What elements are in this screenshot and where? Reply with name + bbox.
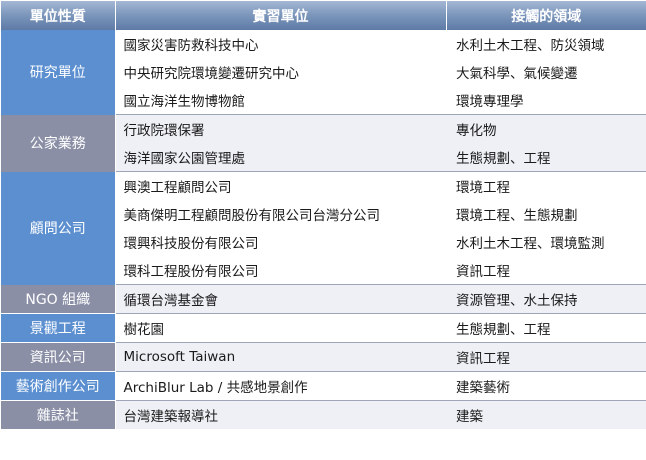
field-cell: 環境工程、生態規劃: [456, 208, 578, 224]
field-cell: 建築: [446, 400, 646, 429]
table-body: 研究單位 國家災害防救科技中心 水利土木工程、防災領域 中央研究院環境變遷研究中…: [1, 30, 646, 429]
header-row: 單位性質 實習單位 接觸的領域: [1, 1, 646, 30]
table-row: 雜誌社 台灣建築報導社 建築: [1, 400, 646, 429]
field-cell: 生態規劃、工程: [446, 313, 646, 343]
field-cell: 資訊工程: [446, 256, 646, 285]
unit-cell: 海洋國家公園管理處: [115, 143, 446, 172]
category-cell: 藝術創作公司: [1, 371, 116, 401]
unit-cell: Microsoft Taiwan: [115, 342, 446, 372]
unit-cell: 環興科技股份有限公司: [123, 236, 259, 252]
header-field: 接觸的領域: [446, 1, 646, 30]
unit-cell: ArchiBlur Lab / 共感地景創作: [115, 371, 446, 401]
header-internship-unit: 實習單位: [115, 1, 447, 30]
unit-cell: 樹花園: [115, 313, 446, 343]
category-cell: 研究單位: [1, 30, 116, 115]
table-row: NGO 組織 循環台灣基金會 資源管理、水土保持: [1, 284, 646, 314]
unit-cell: 興澳工程顧問公司: [123, 180, 232, 196]
unit-cell: 環科工程股份有限公司: [115, 256, 446, 285]
field-cell: 生態規劃、工程: [446, 143, 646, 172]
internship-table: 單位性質 實習單位 接觸的領域 研究單位 國家災害防救科技中心 水利土木工程、防…: [1, 1, 646, 429]
category-cell: 景觀工程: [1, 313, 116, 343]
category-cell: 雜誌社: [1, 400, 116, 429]
field-cell: 專化物: [446, 114, 646, 143]
category-cell: 顧問公司: [1, 171, 116, 285]
table-row: 藝術創作公司 ArchiBlur Lab / 共感地景創作 建築藝術: [1, 371, 646, 401]
table-row: 公家業務 行政院環保署 專化物: [1, 114, 646, 172]
field-cell: 資訊工程: [446, 342, 646, 372]
header-unit-type: 單位性質: [1, 1, 116, 30]
category-cell: 公家業務: [1, 114, 116, 172]
category-cell: 資訊公司: [1, 342, 116, 372]
table-row: 研究單位 國家災害防救科技中心 水利土木工程、防災領域: [1, 30, 646, 115]
unit-cell: 中央研究院環境變遷研究中心: [123, 66, 300, 82]
field-cell: 水利土木工程、環境監測: [456, 236, 605, 252]
table-row: 顧問公司 興澳工程顧問公司 環境工程: [1, 171, 646, 285]
field-cell: 環境專理學: [446, 86, 646, 115]
field-cell: 資源管理、水土保持: [446, 284, 646, 314]
table-row: 資訊公司 Microsoft Taiwan 資訊工程: [1, 342, 646, 372]
unit-cell: 行政院環保署: [115, 114, 446, 143]
field-cell: 環境工程: [456, 180, 510, 196]
unit-cell: 循環台灣基金會: [115, 284, 446, 314]
unit-cell: 美商傑明工程顧問股份有限公司台灣分公司: [123, 208, 381, 224]
unit-cell: 國立海洋生物博物館: [115, 86, 446, 115]
field-cell: 大氣科學、氣候變遷: [456, 66, 578, 82]
field-cell: 建築藝術: [446, 371, 646, 401]
unit-cell: 國家災害防救科技中心: [123, 38, 259, 54]
table-row: 景觀工程 樹花園 生態規劃、工程: [1, 313, 646, 343]
unit-cell: 台灣建築報導社: [115, 400, 446, 429]
field-cell: 水利土木工程、防災領域: [456, 38, 605, 54]
category-cell: NGO 組織: [1, 284, 116, 314]
